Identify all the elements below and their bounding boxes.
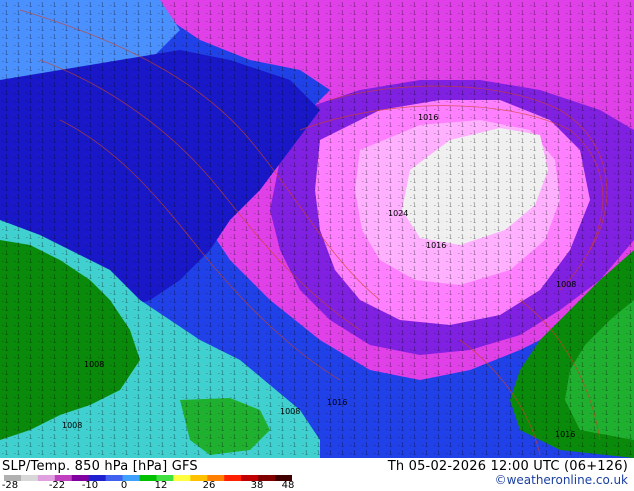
legend-tick: 12 [154,480,168,491]
weather-map: -1 [0,0,634,458]
color-legend-bar [4,475,292,481]
legend-tick: 38 [250,480,264,491]
map-title: SLP/Temp. 850 hPa [hPa] GFS [2,459,198,474]
pressure-label: 1008 [556,280,576,289]
legend-swatch [224,475,242,481]
legend-tick: -28 [1,480,19,491]
temperature-value-grid [0,0,634,458]
legend-tick: 0 [120,480,128,491]
pressure-label: 1016 [418,113,438,122]
legend-tick: 48 [281,480,295,491]
pressure-label: 1016 [327,398,347,407]
pressure-label: 1024 [388,209,408,218]
map-view: -1 [0,0,634,491]
copyright-link[interactable]: ©weatheronline.co.uk [495,473,628,487]
legend-tick: -22 [48,480,66,491]
legend-swatch [20,475,39,481]
pressure-label: 1016 [426,241,446,250]
legend-tick: -10 [81,480,99,491]
forecast-datetime: Th 05-02-2026 12:00 UTC (06+126) [387,459,628,474]
pressure-label: 1008 [280,407,300,416]
pressure-label: 1016 [555,430,575,439]
map-footer: SLP/Temp. 850 hPa [hPa] GFS Th 05-02-202… [0,458,634,491]
legend-tick: 26 [202,480,216,491]
pressure-label: 1008 [62,421,82,430]
pressure-label: 1008 [84,360,104,369]
legend-swatch [173,475,191,481]
